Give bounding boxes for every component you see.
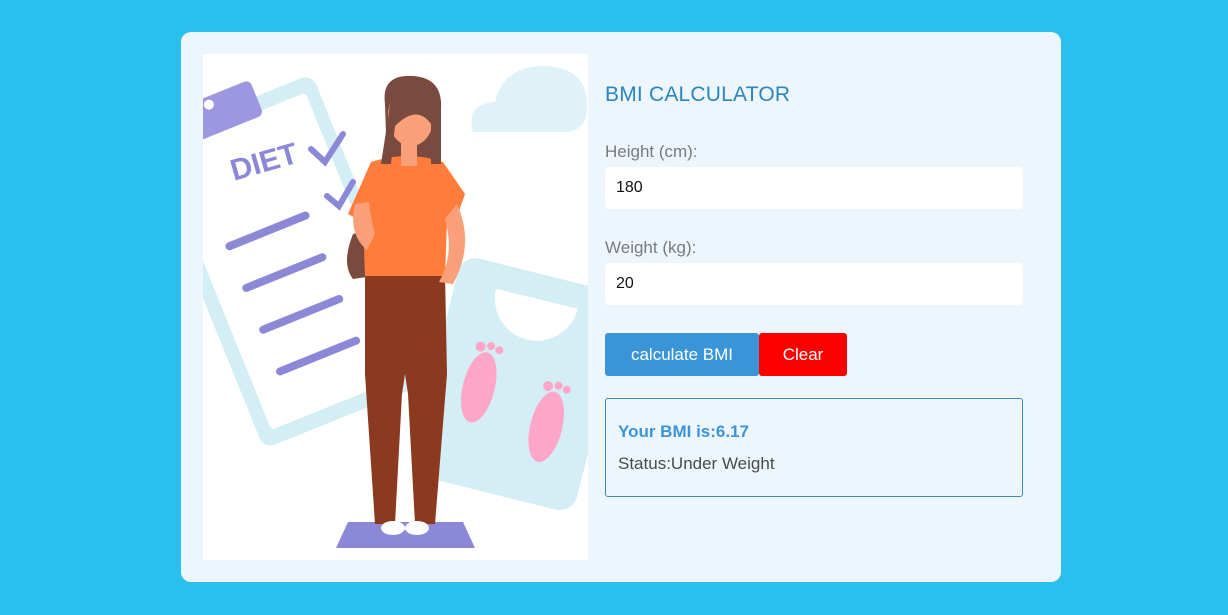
bmi-card: DIET BMI CALCULATOR Height (cm): 180 Wei… [181, 32, 1061, 582]
height-input[interactable] [605, 167, 1023, 209]
height-label: Height (cm): [605, 142, 698, 161]
weight-label: Weight (kg): [605, 238, 697, 257]
bmi-status: Status:Under Weight [618, 454, 775, 473]
result-box: Your BMI is:6.17 Status:Under Weight [605, 398, 1023, 497]
clear-button[interactable]: Clear [759, 333, 847, 376]
weight-input[interactable] [605, 263, 1023, 305]
bmi-result: Your BMI is:6.17 [618, 422, 749, 441]
woman-weighing-illustration: DIET [203, 54, 588, 560]
calculate-bmi-button[interactable]: calculate BMI [605, 333, 759, 376]
page-title: BMI CALCULATOR [605, 83, 791, 106]
